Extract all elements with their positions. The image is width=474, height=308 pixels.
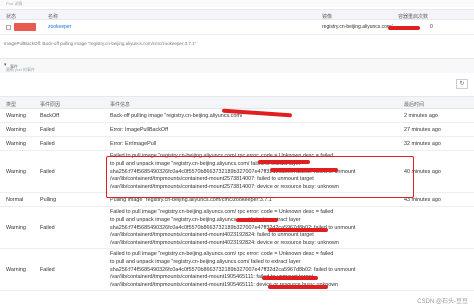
event-message-line: Pulling image "registry.cn-beijing.aliyu… <box>110 197 274 203</box>
event-message-line: Error: ErrImagePull <box>110 141 157 147</box>
redaction-mark <box>268 228 328 232</box>
event-type: Warning <box>6 113 26 119</box>
row-checkbox[interactable] <box>6 25 11 30</box>
container-name-link[interactable]: zookeeper <box>48 24 71 30</box>
container-table-header: 状态 名称 镜像 容器重启次数 <box>0 9 474 20</box>
status-badge <box>14 23 36 31</box>
redaction-mark <box>258 160 310 164</box>
event-type: Normal <box>6 197 24 203</box>
col-reason: 事件原因 <box>40 102 61 108</box>
container-error-message: ImagePullBackOff: Back-off pulling image… <box>4 41 197 46</box>
event-reason: Failed <box>40 169 55 175</box>
event-message-line: /var/lib/containerd/tmpmounts/containerd… <box>110 232 314 239</box>
event-message-line: to pull and unpack image "registry.cn-be… <box>110 258 301 265</box>
event-type: Warning <box>6 141 26 147</box>
container-row[interactable]: zookeeper registry.cn-beijing.aliyuncs.c… <box>0 20 474 35</box>
col-last-time: 最后时间 <box>404 102 425 108</box>
col-status: 状态 <box>6 14 17 20</box>
event-message-line: sha256:f74f5685490326fc0a4c0f5570b866373… <box>110 224 356 231</box>
event-message-line: sha256:f74f5685490326fc0a4c0f5570b866373… <box>110 266 356 273</box>
event-time: 27 minutes ago <box>404 127 441 133</box>
redaction-mark <box>270 168 338 172</box>
event-message-line: /var/lib/containerd/tmpmounts/containerd… <box>110 282 339 289</box>
event-reason: Failed <box>40 127 55 133</box>
event-message-line: Failed to pull image "registry.cn-beijin… <box>110 251 334 257</box>
col-message: 事件信息 <box>110 102 131 108</box>
event-reason: Pulling <box>40 197 57 203</box>
refresh-icon[interactable]: ↻ <box>456 79 468 89</box>
event-reason: BackOff <box>40 113 60 119</box>
event-time: 32 minutes ago <box>404 141 441 147</box>
events-section-subtitle: 最新 pod 的事件 <box>6 67 35 72</box>
event-message-line: Error: ImagePullBackOff <box>110 127 169 133</box>
events-toolbar: ↻ <box>0 75 474 93</box>
event-type: Warning <box>6 267 26 273</box>
events-section-header[interactable]: ▾ 事件 <box>0 58 474 73</box>
event-reason: Failed <box>40 267 55 273</box>
event-type: Warning <box>6 169 26 175</box>
event-message-line: /var/lib/containerd/tmpmounts/containerd… <box>110 240 339 247</box>
col-image: 镜像 <box>322 14 333 20</box>
event-row: Warning Failed Error: ImagePullBackOff 27 m… <box>0 123 474 137</box>
event-message-line: Failed to pull image "registry.cn-beijin… <box>110 209 334 215</box>
watermark: CSDN @石头-豆豆 <box>417 299 468 305</box>
col-type: 类型 <box>6 102 17 108</box>
event-reason: Failed <box>40 225 55 231</box>
redaction-mark <box>268 285 328 289</box>
event-row: Warning Failed Failed to pull image "regis… <box>0 249 474 291</box>
container-restarts: 0 <box>430 24 433 30</box>
breadcrumb: Pod 详情 <box>6 1 23 6</box>
redaction-mark <box>236 218 278 222</box>
event-time: 2 minutes ago <box>404 113 438 119</box>
redaction-mark <box>262 276 318 280</box>
redaction-mark <box>388 26 420 30</box>
event-reason: Failed <box>40 141 55 147</box>
event-row: Warning Failed Error: ErrImagePull 32 minut… <box>0 137 474 151</box>
container-image: registry.cn-beijing.aliyuncs.com/ <box>322 24 393 30</box>
event-type: Warning <box>6 225 26 231</box>
event-row: Warning Failed Failed to pull image "regis… <box>0 207 474 249</box>
event-message-line: /var/lib/containerd/tmpmounts/containerd… <box>110 274 313 281</box>
col-restarts: 容器重启次数 <box>398 14 429 20</box>
events-table-header: 类型 事件原因 事件信息 最后时间 <box>0 96 474 109</box>
event-type: Warning <box>6 127 26 133</box>
col-name: 名称 <box>48 14 59 20</box>
top-strip: Pod 详情 <box>0 0 474 7</box>
